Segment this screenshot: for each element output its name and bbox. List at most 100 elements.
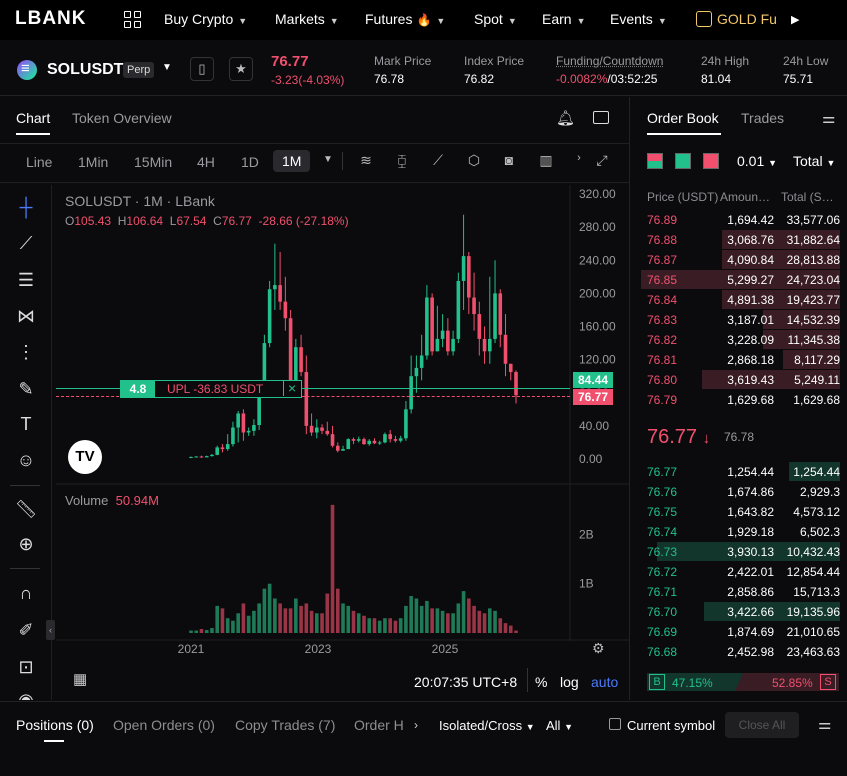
bid-row[interactable]: 76.69 1,874.69 21,010.65 [637, 622, 840, 642]
nav-gold-futures[interactable]: GOLD Fu [696, 11, 777, 27]
zoom-in-icon[interactable]: ⊕ [14, 532, 38, 556]
tf-1m[interactable]: 1M [273, 150, 311, 172]
eye-icon[interactable]: ◉ [14, 688, 38, 700]
nav-spot[interactable]: Spot ▼ [474, 11, 517, 27]
nav-futures[interactable]: Futures 🔥 ▼ [365, 11, 445, 27]
tradingview-logo[interactable]: TV [68, 440, 102, 474]
mode-select[interactable]: Total ▼ [793, 153, 835, 169]
view-asks-icon[interactable] [703, 153, 719, 169]
lock-draw-icon[interactable]: ✐ [14, 618, 38, 642]
upl-close-icon[interactable]: × [283, 380, 296, 396]
tf-4h[interactable]: 4H [197, 154, 215, 170]
tab-open-orders[interactable]: Open Orders (0) [113, 717, 215, 733]
horizontal-lines-icon[interactable]: ☰ [14, 268, 38, 292]
bid-row[interactable]: 76.68 2,452.98 23,463.63 [637, 642, 840, 662]
text-icon[interactable]: T [14, 412, 38, 436]
ask-row[interactable]: 76.79 1,629.68 1,629.68 [637, 390, 840, 410]
tab-order-history[interactable]: Order H [354, 717, 410, 733]
candle-body [315, 427, 319, 433]
bid-row[interactable]: 76.72 2,422.01 12,854.44 [637, 562, 840, 582]
bid-row[interactable]: 76.76 1,674.86 2,929.3 [637, 482, 840, 502]
pattern-icon[interactable]: ⋈ [14, 304, 38, 328]
chart-gear-icon[interactable]: ⚙︎ [592, 640, 608, 656]
x-tick-label: 2023 [305, 642, 332, 656]
ask-row[interactable]: 76.80 3,619.43 5,249.11 [637, 370, 840, 390]
crosshair-icon[interactable]: ┼ [14, 195, 38, 219]
collapse-toolbar-icon[interactable]: ‹ [46, 620, 55, 640]
fullscreen-icon[interactable] [593, 111, 609, 124]
nav-scroll-right-icon[interactable]: ▶ [791, 13, 799, 26]
favorite-star-icon[interactable]: ★ [229, 57, 253, 81]
price-chart[interactable]: 320.00280.00240.00200.00160.00120.0080.0… [56, 185, 630, 665]
nav-earn[interactable]: Earn ▼ [542, 11, 586, 27]
bid-row[interactable]: 76.73 3,930.13 10,432.43 [637, 542, 840, 562]
ask-row[interactable]: 76.85 5,299.27 24,723.04 [637, 270, 840, 290]
bid-row[interactable]: 76.74 1,929.18 6,502.3 [637, 522, 840, 542]
margin-mode-select[interactable]: Isolated/Cross ▼ [439, 718, 535, 733]
chart-settings-icon[interactable]: ≋ [357, 152, 375, 170]
brush-icon[interactable]: ✎ [14, 377, 38, 401]
ask-row[interactable]: 76.88 3,068.76 31,882.64 [637, 230, 840, 250]
ask-row[interactable]: 76.83 3,187.01 14,532.39 [637, 310, 840, 330]
ask-row[interactable]: 76.89 1,694.42 33,577.06 [637, 210, 840, 230]
log-toggle[interactable]: log [560, 674, 579, 690]
trendline-icon[interactable]: ⟋ [14, 231, 38, 255]
ask-row[interactable]: 76.81 2,868.18 8,117.29 [637, 350, 840, 370]
tabs-scroll-icon[interactable]: › [414, 718, 418, 732]
ob-settings-icon[interactable]: ⚌ [822, 109, 835, 127]
apps-grid-icon[interactable] [124, 11, 141, 28]
symbol-name[interactable]: SOLUSDT [47, 61, 123, 79]
bid-row[interactable]: 76.71 2,858.86 15,713.3 [637, 582, 840, 602]
chevron-right-icon[interactable]: › [570, 152, 588, 170]
total-cell: 23,463.63 [786, 645, 840, 659]
nav-markets[interactable]: Markets ▼ [275, 11, 339, 27]
date-range-icon[interactable]: ▦ [73, 670, 87, 688]
nav-events[interactable]: Events ▼ [610, 11, 667, 27]
view-bids-icon[interactable] [675, 153, 691, 169]
current-symbol-checkbox[interactable] [609, 718, 621, 730]
tf-15min[interactable]: 15Min [134, 154, 172, 170]
symbol-dropdown-icon[interactable]: ▼ [162, 62, 172, 73]
funding-label[interactable]: Funding/Countdown [556, 54, 663, 68]
percent-toggle[interactable]: % [535, 674, 547, 690]
lbank-logo[interactable]: LBANK [15, 8, 87, 30]
bid-row[interactable]: 76.77 1,254.44 1,254.44 [637, 462, 840, 482]
candle-type-icon[interactable]: ⧮ [393, 152, 411, 170]
alert-bell-icon[interactable]: 🔔︎ [556, 109, 575, 127]
bid-row[interactable]: 76.75 1,643.82 4,573.12 [637, 502, 840, 522]
fib-icon[interactable]: ⋮ [14, 340, 38, 364]
hexagon-icon[interactable]: ⬡ [465, 152, 483, 170]
tab-positions[interactable]: Positions (0) [16, 717, 94, 733]
tab-token-overview[interactable]: Token Overview [72, 110, 172, 126]
emoji-icon[interactable]: ☺ [14, 448, 38, 472]
view-both-icon[interactable] [647, 153, 663, 169]
tab-chart[interactable]: Chart [16, 110, 50, 126]
tf-more-icon[interactable]: ▼ [319, 154, 337, 172]
auto-toggle[interactable]: auto [591, 674, 618, 690]
tab-order-book[interactable]: Order Book [647, 110, 719, 126]
upl-label[interactable]: 4.8 UPL -36.83 USDT × [120, 380, 302, 398]
tf-1min[interactable]: 1Min [78, 154, 108, 170]
magnet-icon[interactable]: ∩ [14, 581, 38, 605]
camera-icon[interactable]: ◙ [500, 152, 518, 170]
indicators-icon[interactable]: ⟋ [429, 152, 447, 170]
book-icon[interactable]: ▯ [190, 57, 214, 81]
nav-buy-crypto[interactable]: Buy Crypto ▼ [164, 11, 247, 27]
bid-row[interactable]: 76.70 3,422.66 19,135.96 [637, 602, 840, 622]
expand-icon[interactable]: ⤢ [593, 152, 611, 170]
total-cell: 1,629.68 [793, 393, 840, 407]
ruler-icon[interactable]: 📏︎ [14, 497, 38, 521]
tab-trades[interactable]: Trades [741, 110, 784, 126]
ask-row[interactable]: 76.87 4,090.84 28,813.88 [637, 250, 840, 270]
layout-icon[interactable]: ▥ [537, 152, 555, 170]
tf-line[interactable]: Line [26, 154, 52, 170]
panel-settings-icon[interactable]: ⚌ [818, 715, 831, 733]
tf-1d[interactable]: 1D [241, 154, 259, 170]
precision-select[interactable]: 0.01 ▼ [737, 153, 777, 169]
filter-all-select[interactable]: All ▼ [546, 718, 573, 733]
close-all-button[interactable]: Close All [725, 712, 799, 738]
lock-icon[interactable]: ⊡ [14, 655, 38, 679]
tab-copy-trades[interactable]: Copy Trades (7) [235, 717, 335, 733]
ask-row[interactable]: 76.84 4,891.38 19,423.77 [637, 290, 840, 310]
ask-row[interactable]: 76.82 3,228.09 11,345.38 [637, 330, 840, 350]
